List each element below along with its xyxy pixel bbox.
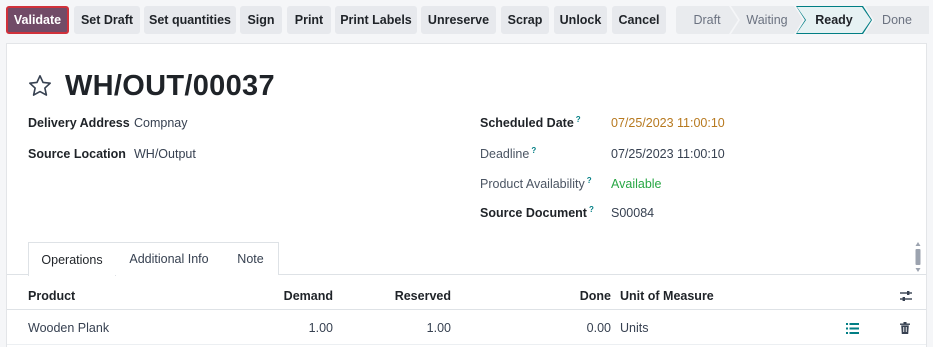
label-text: Product Availability: [480, 177, 585, 192]
stage-label: Done: [882, 13, 912, 27]
form-sheet: WH/OUT/00037 Delivery Address Compnay So…: [6, 43, 927, 347]
column-demand[interactable]: Demand: [237, 282, 333, 309]
delivery-address-field[interactable]: Compnay: [134, 116, 188, 130]
source-document-field[interactable]: S00084: [611, 206, 654, 220]
label-text: Deadline: [480, 147, 530, 162]
availability-status: Available: [611, 177, 662, 191]
row-reserved: 1.00: [426, 321, 451, 335]
sliders-icon[interactable]: [899, 282, 913, 309]
source-location-label: Source Location: [28, 147, 126, 161]
print-button[interactable]: Print: [287, 6, 331, 34]
stage-waiting[interactable]: Waiting: [731, 6, 803, 34]
column-product[interactable]: Product: [28, 282, 75, 309]
print-labels-button[interactable]: Print Labels: [335, 6, 417, 34]
column-done[interactable]: Done: [507, 282, 611, 309]
row-done[interactable]: 0.00: [507, 312, 611, 344]
trash-icon[interactable]: [900, 312, 912, 344]
scrap-button[interactable]: Scrap: [501, 6, 549, 34]
star-outline-icon[interactable]: [27, 73, 53, 99]
help-tooltip[interactable]: ?: [576, 115, 581, 124]
tab-label: Note: [237, 252, 264, 266]
status-bar: Draft Waiting Ready Done: [676, 6, 929, 34]
stage-label: Ready: [797, 7, 871, 33]
tab-additional-info[interactable]: Additional Info: [115, 242, 224, 275]
stage-label: Draft: [693, 13, 721, 27]
label-text: Scheduled Date: [480, 116, 574, 131]
sign-button[interactable]: Sign: [240, 6, 282, 34]
source-location-field[interactable]: WH/Output: [134, 147, 196, 161]
validate-button[interactable]: Validate: [6, 6, 69, 34]
notebook-tabs: Operations Additional Info Note: [7, 242, 926, 276]
unreserve-button[interactable]: Unreserve: [421, 6, 496, 34]
row-uom[interactable]: Units: [620, 312, 648, 344]
trash-icon-svg: [900, 322, 910, 334]
tab-label: Additional Info: [129, 252, 209, 266]
help-tooltip[interactable]: ?: [587, 176, 592, 185]
label-text: Source Document: [480, 206, 587, 221]
tab-operations[interactable]: Operations: [28, 242, 116, 276]
tab-note[interactable]: Note: [223, 242, 279, 275]
delivery-address-label: Delivery Address: [28, 116, 130, 130]
list-icon-svg: [846, 322, 859, 334]
stage-ready[interactable]: Ready: [796, 6, 872, 34]
tab-label: Operations: [41, 252, 103, 267]
stage-draft[interactable]: Draft: [676, 6, 738, 34]
help-tooltip[interactable]: ?: [531, 146, 536, 155]
set-quantities-button[interactable]: Set quantities: [144, 6, 236, 34]
scheduled-date-field[interactable]: 07/25/2023 11:00:10: [611, 116, 725, 130]
stage-done[interactable]: Done: [865, 6, 929, 34]
row-product[interactable]: Wooden Plank: [28, 312, 109, 344]
table-header: Product Demand Reserved Done Unit of Mea…: [7, 282, 926, 310]
help-tooltip[interactable]: ?: [589, 205, 594, 214]
list-icon[interactable]: [846, 312, 860, 344]
row-demand[interactable]: 1.00: [237, 312, 333, 344]
product-availability-label: Product Availability?: [480, 176, 592, 191]
deadline-label: Deadline?: [480, 146, 536, 161]
deadline-field[interactable]: 07/25/2023 11:00:10: [611, 147, 725, 161]
column-uom[interactable]: Unit of Measure: [620, 282, 714, 309]
scheduled-date-label: Scheduled Date?: [480, 115, 581, 130]
cancel-button[interactable]: Cancel: [612, 6, 666, 34]
column-reserved[interactable]: Reserved: [347, 282, 451, 309]
unlock-button[interactable]: Unlock: [554, 6, 607, 34]
set-draft-button[interactable]: Set Draft: [74, 6, 140, 34]
control-panel: Validate Set Draft Set quantities Sign P…: [0, 0, 933, 43]
stage-label: Waiting: [746, 13, 788, 27]
record-title: WH/OUT/00037: [65, 69, 275, 102]
table-row[interactable]: Wooden Plank 1.00 1.00 0.00 Units: [7, 312, 926, 345]
source-document-label: Source Document?: [480, 205, 594, 220]
sliders-icon-svg: [900, 290, 912, 301]
title-row: WH/OUT/00037: [27, 66, 275, 106]
scrollbar[interactable]: [915, 242, 921, 272]
